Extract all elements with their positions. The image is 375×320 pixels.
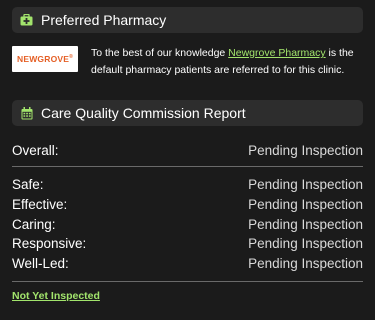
pharmacy-section-title: Preferred Pharmacy (41, 12, 167, 28)
pharmacy-description: To the best of our knowledge Newgrove Ph… (91, 47, 354, 76)
cqc-rating-label: Effective: (12, 196, 68, 212)
cqc-overall-row: Overall: Pending Inspection (12, 140, 363, 160)
pharmacy-logo: NEWGROVE® (12, 46, 78, 72)
cqc-rating-row: Well-Led: Pending Inspection (12, 253, 363, 273)
cqc-rating-value: Pending Inspection (248, 255, 363, 271)
cqc-rating-label: Well-Led: (12, 255, 69, 271)
cqc-rating-value: Pending Inspection (248, 235, 363, 251)
medical-bag-icon (20, 14, 33, 27)
cqc-rating-value: Pending Inspection (248, 196, 363, 212)
cqc-rating-label: Safe: (12, 176, 44, 192)
cqc-overall-value: Pending Inspection (248, 142, 363, 158)
pharmacy-link[interactable]: Newgrove Pharmacy (228, 47, 325, 59)
cqc-rating-row: Safe: Pending Inspection (12, 174, 363, 194)
cqc-rating-row: Effective: Pending Inspection (12, 194, 363, 214)
cqc-rating-row: Responsive: Pending Inspection (12, 233, 363, 253)
not-yet-inspected-link[interactable]: Not Yet Inspected (12, 290, 100, 302)
cqc-overall-label: Overall: (12, 142, 59, 158)
cqc-rating-label: Caring: (12, 216, 56, 232)
divider (12, 166, 363, 167)
cqc-rating-row: Caring: Pending Inspection (12, 214, 363, 234)
cqc-rating-value: Pending Inspection (248, 216, 363, 232)
cqc-rating-label: Responsive: (12, 235, 87, 251)
calendar-icon (20, 106, 33, 120)
cqc-section-header: Care Quality Commission Report (12, 100, 363, 126)
cqc-section-title: Care Quality Commission Report (41, 105, 246, 121)
pharmacy-section-header: Preferred Pharmacy (12, 7, 363, 33)
cqc-rating-value: Pending Inspection (248, 176, 363, 192)
divider (12, 281, 363, 282)
